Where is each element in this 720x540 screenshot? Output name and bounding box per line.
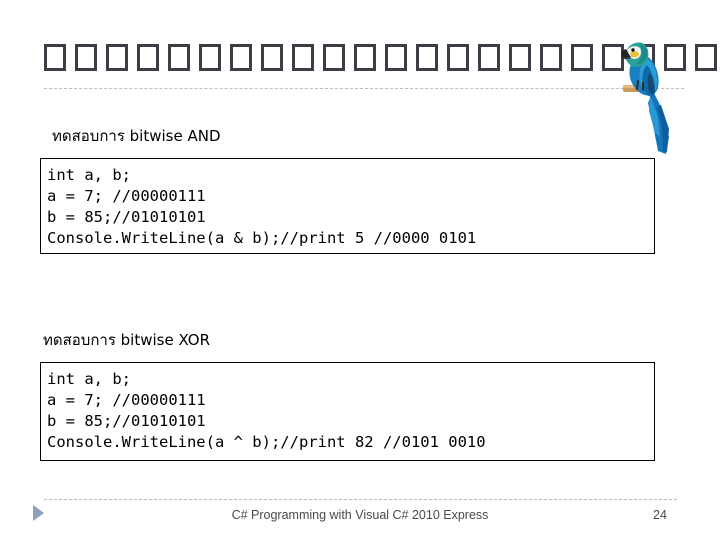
- title-missing-glyph-box: [75, 44, 97, 71]
- title-missing-glyph-box: [633, 44, 655, 71]
- footer-divider: [44, 499, 677, 500]
- title-missing-glyph-box: [261, 44, 283, 71]
- code-line: a = 7; //00000111: [47, 187, 206, 205]
- code-line: a = 7; //00000111: [47, 391, 206, 409]
- title-missing-glyph-box: [354, 44, 376, 71]
- slide-canvas: ทดสอบการ bitwise AND int a, b; a = 7; //…: [0, 0, 720, 540]
- code-line: Console.WriteLine(a & b);//print 5 //000…: [47, 229, 477, 247]
- title-missing-glyph-box: [168, 44, 190, 71]
- title-missing-glyph-box: [509, 44, 531, 71]
- title-missing-glyph-box: [416, 44, 438, 71]
- title-missing-glyph-box: [199, 44, 221, 71]
- title-missing-glyph-box: [695, 44, 717, 71]
- code-block-xor: int a, b; a = 7; //00000111 b = 85;//010…: [40, 362, 655, 461]
- footer-title: C# Programming with Visual C# 2010 Expre…: [231, 508, 489, 522]
- title-missing-glyph-box: [292, 44, 314, 71]
- code-block-and: int a, b; a = 7; //00000111 b = 85;//010…: [40, 158, 655, 254]
- title-missing-glyph-box: [137, 44, 159, 71]
- title-missing-glyph-box: [447, 44, 469, 71]
- title-missing-glyph-box: [571, 44, 593, 71]
- section-caption-and: ทดสอบการ bitwise AND: [52, 127, 221, 145]
- page-title: [44, 44, 720, 90]
- title-missing-glyph-box: [230, 44, 252, 71]
- title-missing-glyph-box: [664, 44, 686, 71]
- code-line: int a, b;: [47, 166, 131, 184]
- title-missing-glyph-box: [385, 44, 407, 71]
- code-line: b = 85;//01010101: [47, 412, 206, 430]
- title-missing-glyph-box: [602, 44, 624, 71]
- title-missing-glyph-box: [106, 44, 128, 71]
- code-line: int a, b;: [47, 370, 131, 388]
- code-line: Console.WriteLine(a ^ b);//print 82 //01…: [47, 433, 486, 451]
- title-missing-glyph-box: [323, 44, 345, 71]
- code-line: b = 85;//01010101: [47, 208, 206, 226]
- title-missing-glyph-box: [44, 44, 66, 71]
- section-caption-xor: ทดสอบการ bitwise XOR: [43, 331, 211, 349]
- page-title-text: [44, 44, 720, 84]
- title-missing-glyph-box: [540, 44, 562, 71]
- title-tofu-row: [44, 44, 720, 84]
- title-missing-glyph-box: [478, 44, 500, 71]
- page-number: 24: [653, 508, 667, 522]
- title-divider: [44, 88, 684, 89]
